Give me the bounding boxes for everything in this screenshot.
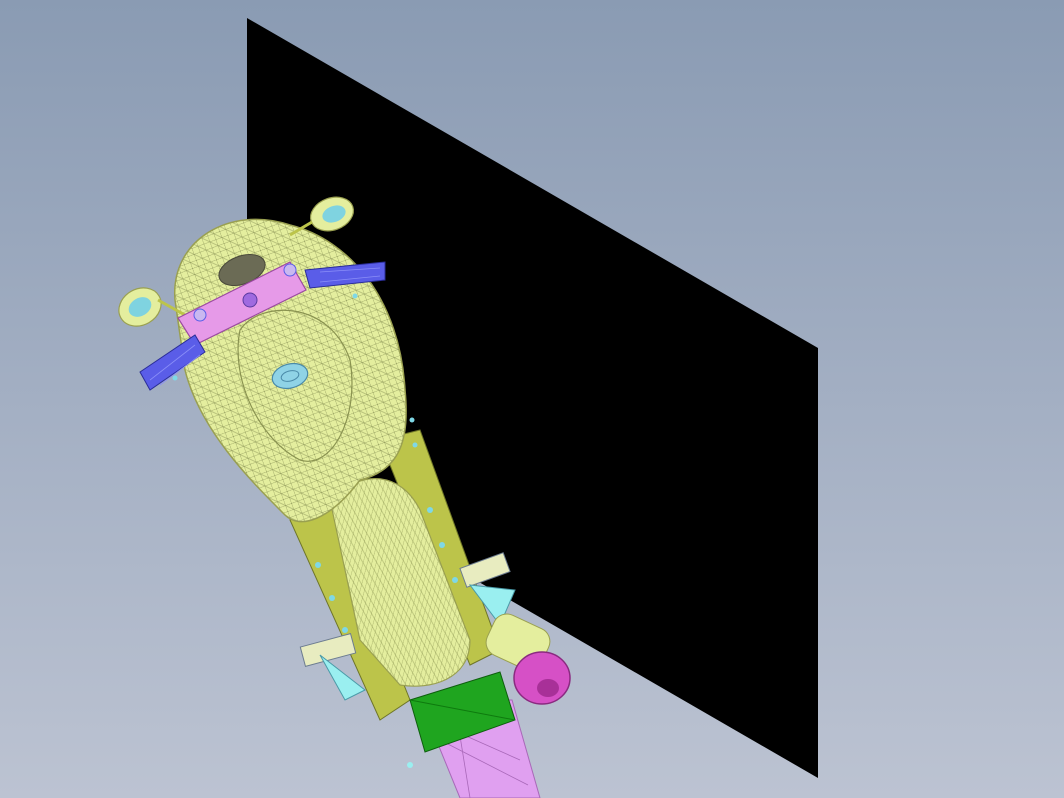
scene-canvas[interactable] xyxy=(0,0,1064,798)
cad-3d-viewport[interactable] xyxy=(0,0,1064,798)
left-mirror[interactable] xyxy=(112,280,186,333)
